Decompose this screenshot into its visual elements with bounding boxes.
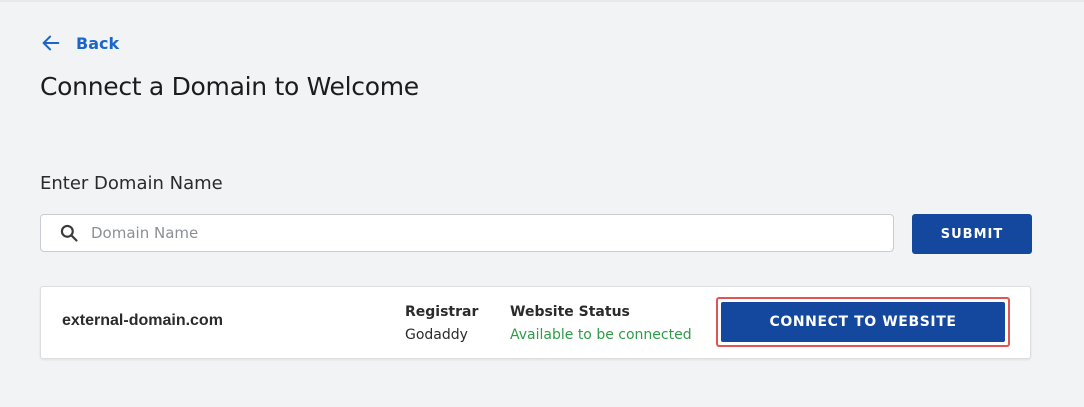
registrar-label: Registrar: [405, 304, 479, 320]
arrow-left-icon: [42, 35, 60, 51]
domain-section-label: Enter Domain Name: [40, 173, 223, 194]
domain-result-card: external-domain.com Registrar Godaddy We…: [40, 286, 1031, 359]
domain-search-box[interactable]: [40, 214, 894, 252]
website-status-value: Available to be connected: [510, 327, 692, 343]
back-label: Back: [76, 33, 120, 53]
registrar-value: Godaddy: [405, 327, 468, 343]
submit-button[interactable]: SUBMIT: [912, 214, 1032, 254]
domain-name-input[interactable]: [89, 214, 893, 252]
search-icon: [59, 223, 79, 243]
back-link[interactable]: Back: [40, 30, 119, 56]
connect-to-website-button[interactable]: CONNECT TO WEBSITE: [721, 302, 1005, 342]
connect-highlight-frame: CONNECT TO WEBSITE: [716, 297, 1010, 347]
website-status-label: Website Status: [510, 304, 630, 320]
page-title: Connect a Domain to Welcome: [40, 72, 419, 101]
top-divider: [0, 0, 1084, 2]
domain-name: external-domain.com: [62, 312, 223, 329]
